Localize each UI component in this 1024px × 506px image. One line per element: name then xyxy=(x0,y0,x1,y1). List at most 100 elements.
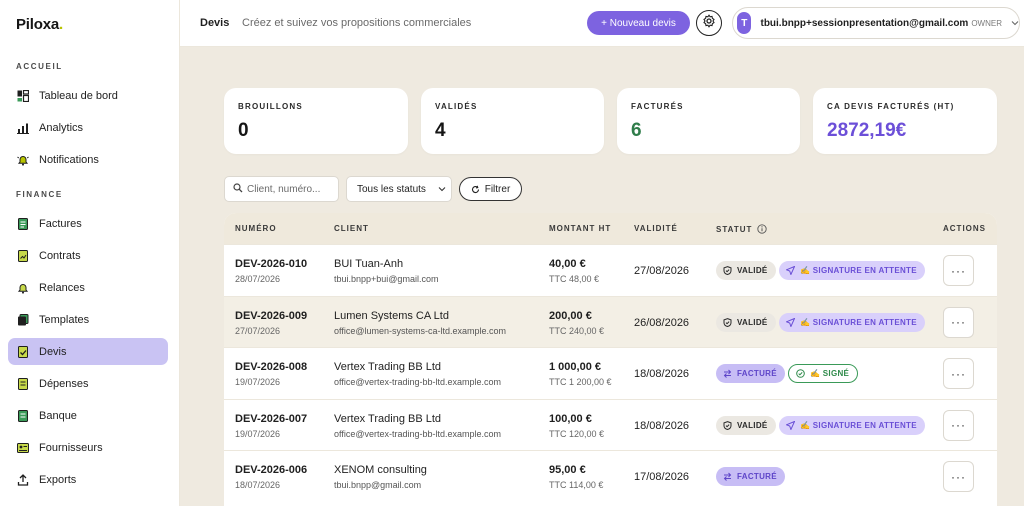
client-email: office@vertex-trading-bb-ltd.example.com xyxy=(334,377,502,387)
row-actions-button[interactable]: ··· xyxy=(943,409,974,441)
amount-ht: 1 000,00 € xyxy=(549,361,601,373)
row-actions-button[interactable]: ··· xyxy=(943,358,974,389)
sidebar-item-label: Analytics xyxy=(39,121,84,134)
client-name: Lumen Systems CA Ltd xyxy=(334,309,449,322)
status-select-value: Tous les statuts xyxy=(357,183,426,195)
sidebar-item-depenses[interactable]: Dépenses xyxy=(8,370,168,397)
client-name: Vertex Trading BB Ltd xyxy=(334,361,442,373)
quote-number[interactable]: DEV-2026-009 xyxy=(235,310,307,322)
quote-date: 18/07/2026 xyxy=(235,480,281,490)
section-label-accueil: ACCUEIL xyxy=(16,62,63,71)
quotes-table: NUMÉRO CLIENT MONTANT HT VALIDITÉ STATUT… xyxy=(224,213,997,506)
client-name: BUI Tuan-Anh xyxy=(334,258,404,270)
status-badge-wait: ✍ SIGNATURE EN ATTENTE xyxy=(779,415,925,435)
quote-number[interactable]: DEV-2026-006 xyxy=(235,464,307,476)
swap-icon xyxy=(723,369,732,378)
chevron-down-icon xyxy=(438,185,446,196)
stat-label: BROUILLONS xyxy=(238,102,303,111)
status-badge-label: ✍ SIGNATURE EN ATTENTE xyxy=(800,420,917,430)
bank-icon xyxy=(17,409,29,422)
export-icon xyxy=(17,473,29,486)
client-name: XENOM consulting xyxy=(334,464,427,476)
sidebar-item-label: Notifications xyxy=(39,153,99,166)
amount-ttc: TTC 114,00 € xyxy=(549,480,604,490)
settings-button[interactable] xyxy=(696,10,722,36)
sidebar-item-factures[interactable]: Factures xyxy=(8,210,168,237)
status-badge-label: ✍ SIGNATURE EN ATTENTE xyxy=(800,317,917,327)
bell-reminder-icon xyxy=(17,282,29,294)
search-input[interactable] xyxy=(247,183,337,195)
header-number: NUMÉRO xyxy=(235,224,277,233)
validity-date: 18/08/2026 xyxy=(634,419,690,432)
contract-icon xyxy=(17,249,29,262)
info-icon[interactable] xyxy=(757,224,768,234)
sidebar-item-tableau-de-bord[interactable]: Tableau de bord xyxy=(8,82,168,109)
sidebar-item-label: Tableau de bord xyxy=(39,89,118,102)
table-row[interactable]: DEV-2026-007 19/07/2026 Vertex Trading BB … xyxy=(224,398,997,450)
sidebar-item-label: Fournisseurs xyxy=(39,441,103,454)
status-select[interactable]: Tous les statuts xyxy=(346,176,452,202)
app-logo[interactable]: Piloxa. xyxy=(16,16,63,33)
sidebar-item-label: Templates xyxy=(39,313,90,326)
status-badge-wait: ✍ SIGNATURE EN ATTENTE xyxy=(779,261,925,280)
header-actions: ACTIONS xyxy=(943,224,986,233)
status-badge-valid: VALIDÉ xyxy=(716,312,776,332)
search-box[interactable] xyxy=(224,176,339,202)
filter-button[interactable]: Filtrer xyxy=(459,177,522,201)
status-badge-label: ✍ SIGNÉ xyxy=(810,369,850,378)
stat-card-ca-devis-factures: CA DEVIS FACTURÉS (HT) 2872,19€ xyxy=(813,88,997,154)
section-label-finance: FINANCE xyxy=(16,190,63,199)
invoice-icon xyxy=(17,217,29,230)
sidebar-item-fournisseurs[interactable]: Fournisseurs xyxy=(8,434,168,461)
table-row[interactable]: DEV-2026-008 19/07/2026 Vertex Trading BB … xyxy=(224,347,997,398)
new-quote-button[interactable]: + Nouveau devis xyxy=(587,11,690,35)
shield-check-icon xyxy=(723,420,732,430)
status-badge-label: VALIDÉ xyxy=(737,266,768,275)
quote-number[interactable]: DEV-2026-008 xyxy=(235,361,307,373)
stat-value: 2872,19€ xyxy=(827,120,907,141)
check-circle-icon xyxy=(796,369,805,378)
validity-date: 26/08/2026 xyxy=(634,316,690,329)
amount-ht: 95,00 € xyxy=(549,464,586,476)
sidebar-item-label: Exports xyxy=(39,473,77,486)
sidebar-item-contrats[interactable]: Contrats xyxy=(8,242,168,269)
client-email: office@vertex-trading-bb-ltd.example.com xyxy=(334,428,502,439)
sidebar-item-templates[interactable]: Templates xyxy=(8,306,168,333)
user-email: tbui.bnpp+sessionpresentation@gmail.com xyxy=(760,17,969,29)
send-icon xyxy=(786,266,795,275)
quote-number[interactable]: DEV-2026-007 xyxy=(235,413,307,425)
validity-date: 18/08/2026 xyxy=(634,368,690,380)
sidebar-item-label: Relances xyxy=(39,281,85,294)
row-actions-button[interactable]: ··· xyxy=(943,461,974,492)
quote-date: 19/07/2026 xyxy=(235,428,281,439)
status-badge-valid: VALIDÉ xyxy=(716,415,776,435)
table-row[interactable]: DEV-2026-009 27/07/2026 Lumen Systems CA L… xyxy=(224,295,997,347)
user-menu[interactable]: T tbui.bnpp+sessionpresentation@gmail.co… xyxy=(732,7,1020,39)
row-actions-button[interactable]: ··· xyxy=(943,306,974,338)
header-amount: MONTANT HT xyxy=(549,224,612,233)
stat-label: FACTURÉS xyxy=(631,102,684,111)
sidebar-item-label: Dépenses xyxy=(39,377,89,390)
templates-icon xyxy=(17,313,29,326)
quote-check-icon xyxy=(17,345,29,358)
sidebar-item-banque[interactable]: Banque xyxy=(8,402,168,429)
table-row[interactable]: DEV-2026-010 28/07/2026 BUI Tuan-Anh tbui.b… xyxy=(224,244,997,295)
sidebar-item-notifications[interactable]: Notifications xyxy=(8,146,168,173)
sidebar-item-analytics[interactable]: Analytics xyxy=(8,114,168,141)
gear-icon xyxy=(702,13,716,33)
amount-ttc: TTC 48,00 € xyxy=(549,274,600,284)
status-badge-valid: VALIDÉ xyxy=(716,261,776,280)
sidebar-item-label: Devis xyxy=(39,345,67,358)
sidebar-item-exports[interactable]: Exports xyxy=(8,466,168,493)
row-actions-button[interactable]: ··· xyxy=(943,255,974,286)
quote-number[interactable]: DEV-2026-010 xyxy=(235,258,307,270)
table-row[interactable]: DEV-2026-006 18/07/2026 XENOM consulting tb… xyxy=(224,450,997,501)
swap-icon xyxy=(723,472,732,481)
stat-card-valides: VALIDÉS 4 xyxy=(421,88,604,154)
stat-label: CA DEVIS FACTURÉS (HT) xyxy=(827,102,955,111)
sidebar-item-devis[interactable]: Devis xyxy=(8,338,168,365)
topbar: Devis Créez et suivez vos propositions c… xyxy=(180,0,1024,47)
sidebar-item-relances[interactable]: Relances xyxy=(8,274,168,301)
validity-date: 27/08/2026 xyxy=(634,265,690,277)
send-icon xyxy=(786,317,795,327)
